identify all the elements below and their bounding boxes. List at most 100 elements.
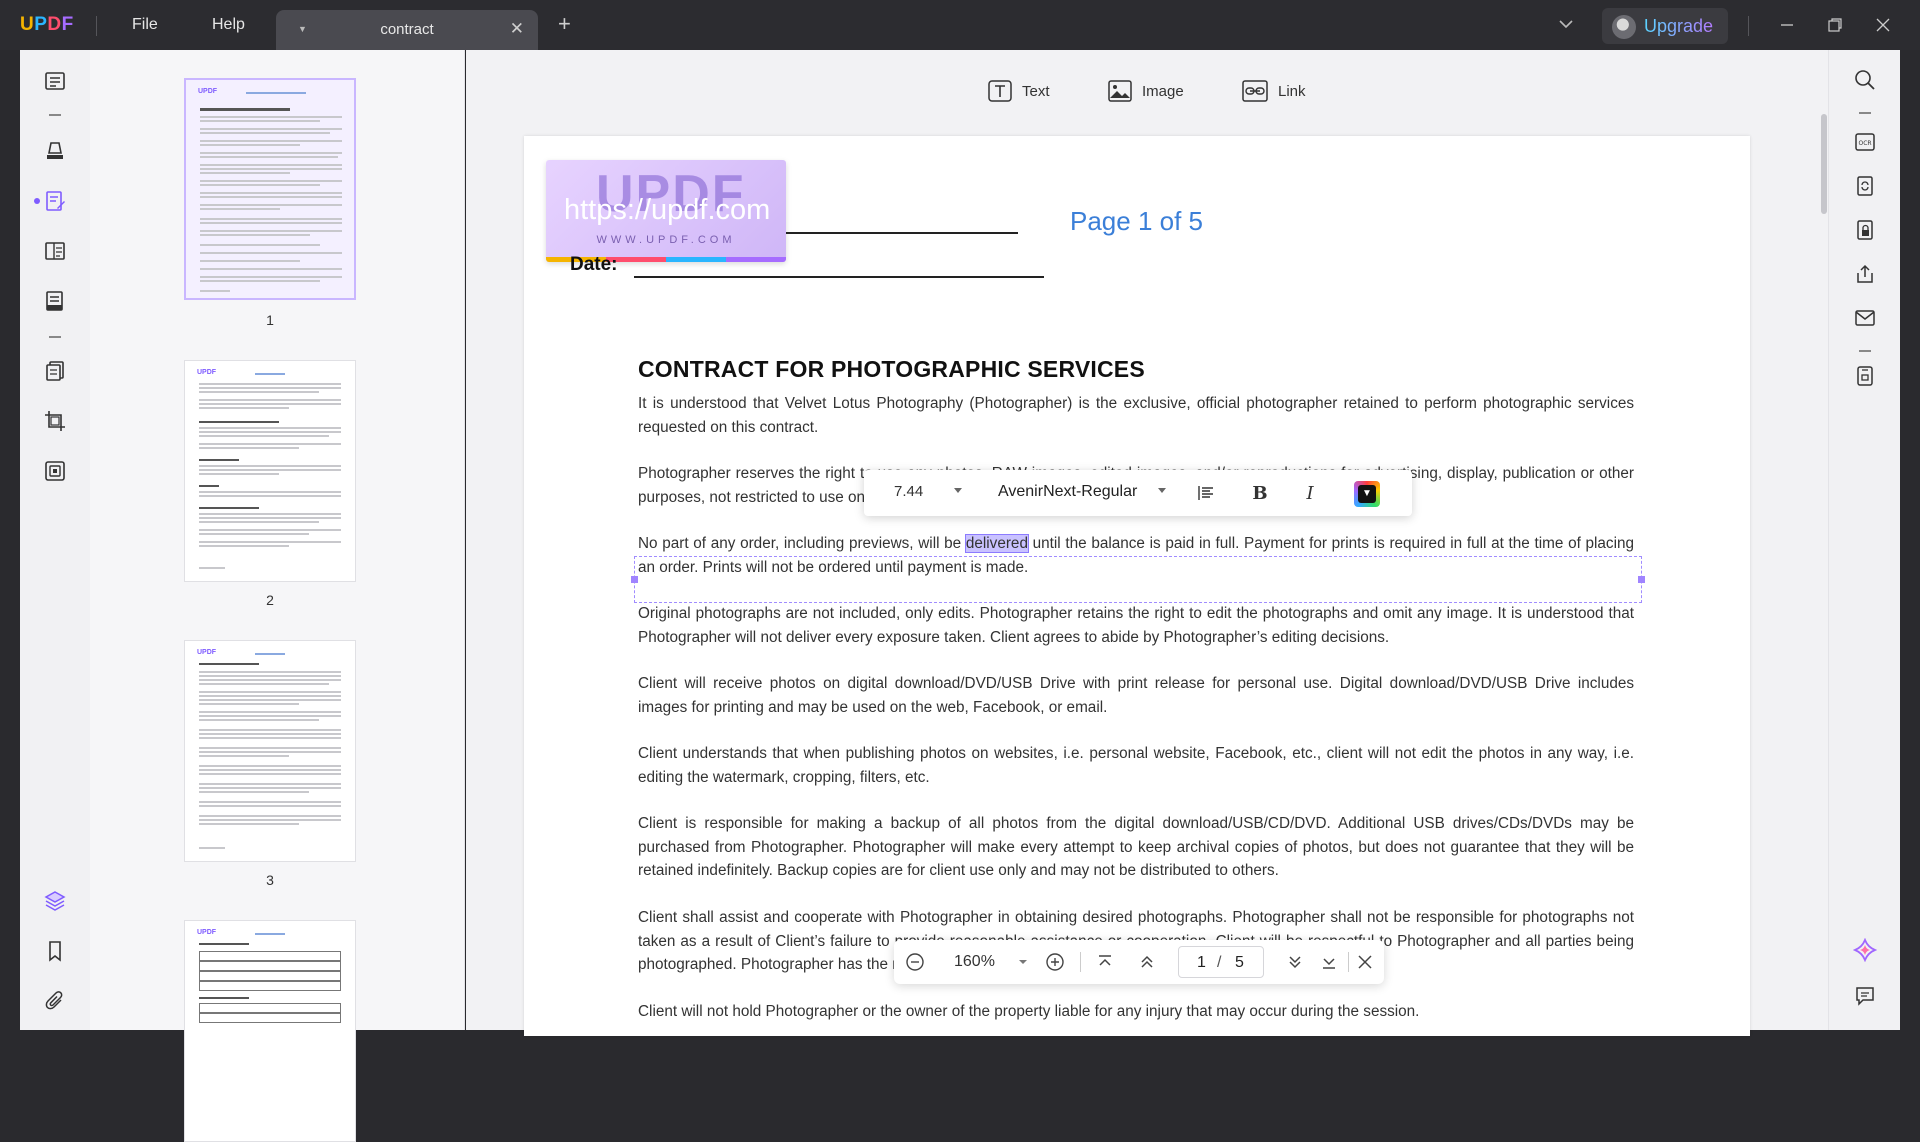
search-icon[interactable] [1851,66,1879,94]
page-thumbnail-3[interactable]: UPDF [184,640,356,862]
crop-pages-icon[interactable] [40,406,70,436]
thumbnail-logo: UPDF [197,929,217,936]
comment-highlighter-icon[interactable] [40,136,70,166]
thumbnail-logo: UPDF [198,88,218,95]
vertical-scrollbar[interactable] [1820,50,1828,1030]
resize-handle-right[interactable] [1638,576,1645,583]
convert-icon[interactable] [1851,172,1879,200]
italic-button[interactable]: I [1298,481,1322,505]
watermark-www: WWW.UPDF.COM [596,234,736,246]
paragraph-7[interactable]: Client is responsible for making a backu… [638,812,1634,883]
next-page-icon[interactable] [1284,951,1306,973]
zoom-out-icon[interactable] [904,951,926,973]
document-title[interactable]: CONTRACT FOR PHOTOGRAPHIC SERVICES [638,356,1145,383]
page-thumbnail-4[interactable]: UPDF [184,920,356,1142]
menu-help[interactable]: Help [212,16,245,34]
right-tool-rail: OCR [1828,50,1900,1030]
page-count-label[interactable]: Page 1 of 5 [1070,206,1203,237]
close-nav-icon[interactable] [1354,951,1376,973]
add-image-tool[interactable]: Image [1108,80,1184,102]
upgrade-button[interactable]: Upgrade [1602,8,1728,44]
header-underline [786,232,1018,234]
form-icon[interactable] [40,236,70,266]
link-icon [1242,80,1268,102]
paragraph-4[interactable]: Original photographs are not included, o… [638,602,1634,649]
highlighted-word[interactable]: delivered [964,534,1029,553]
date-label[interactable]: Date: [570,254,618,276]
minimize-icon[interactable] [1764,10,1810,40]
email-icon[interactable] [1851,304,1879,332]
rail-divider-2 [49,336,61,338]
zoom-dropdown-icon[interactable] [1012,951,1034,973]
thumbnail-logo: UPDF [197,369,217,376]
paragraph-9[interactable]: Client will not hold Photographer or the… [638,1000,1634,1024]
last-page-icon[interactable] [1318,951,1340,973]
menu-file[interactable]: File [132,16,158,34]
share-icon[interactable] [1851,260,1879,288]
page-thumbnail-2[interactable]: UPDF [184,360,356,582]
font-family-dropdown-icon[interactable] [1158,488,1166,493]
reader-mode-icon[interactable] [40,66,70,96]
comments-icon[interactable] [1851,982,1879,1010]
text-color-picker-icon[interactable]: ▼ [1354,481,1380,507]
bookmark-icon[interactable] [40,936,70,966]
paragraph-5[interactable]: Client will receive photos on digital do… [638,672,1634,719]
save-icon[interactable] [1851,362,1879,390]
ocr-icon[interactable]: OCR [1851,128,1879,156]
text-tool-label: Text [1022,82,1050,100]
page-number-input[interactable]: 1 / 5 [1178,946,1264,978]
paragraph-6[interactable]: Client understands that when publishing … [638,742,1634,789]
date-underline [634,276,1044,278]
first-page-icon[interactable] [1094,951,1116,973]
image-icon [1108,80,1132,102]
previous-page-icon[interactable] [1136,951,1158,973]
paragraph-1[interactable]: It is understood that Velvet Lotus Photo… [638,392,1634,439]
page-tools-icon[interactable] [40,456,70,486]
ai-assistant-icon[interactable] [1851,936,1879,964]
title-separator [96,16,97,36]
thumbnail-logo: UPDF [197,649,217,656]
total-pages: 5 [1235,954,1244,971]
thumbnail-number: 2 [266,592,274,608]
nav-divider-2 [1348,952,1349,972]
rail-divider [49,114,61,116]
font-family-value[interactable]: AvenirNext-Regular [998,483,1137,501]
align-left-icon[interactable] [1194,481,1218,505]
attachment-icon[interactable] [40,986,70,1016]
organize-pages-icon[interactable] [40,356,70,386]
bold-button[interactable]: B [1248,481,1272,505]
close-window-icon[interactable] [1860,10,1906,40]
zoom-level[interactable]: 160% [954,953,995,971]
layers-icon[interactable] [40,886,70,916]
thumbnail-number: 3 [266,872,274,888]
watermark-url: https://updf.com [564,194,771,226]
font-size-dropdown-icon[interactable] [954,488,962,493]
upgrade-label: Upgrade [1644,16,1714,36]
tabs-overflow-chevron-icon[interactable] [1556,14,1576,39]
updf-logo: UPDF [20,14,74,35]
resize-handle-left[interactable] [631,576,638,583]
add-link-tool[interactable]: Link [1242,80,1306,102]
zoom-in-icon[interactable] [1044,951,1066,973]
protect-icon[interactable] [1851,216,1879,244]
fill-sign-icon[interactable] [40,286,70,316]
text-format-toolbar: 7.44 AvenirNext-Regular B I ▼ [864,470,1412,516]
edit-pdf-icon[interactable] [40,186,70,216]
scrollbar-thumb[interactable] [1821,114,1827,214]
title-bar: UPDF File Help ▼ contract ✕ + Upgrade [0,0,1920,50]
nav-divider [1080,952,1081,972]
title-separator-2 [1748,16,1749,36]
new-tab-button[interactable]: + [558,13,571,35]
selected-para-prefix: No part of any order, including previews… [638,535,966,552]
page-thumbnails-panel: UPDF 1 UPDF 2 UPDF 3 UPDF [90,50,465,1142]
page-thumbnail-1[interactable]: UPDF [184,78,356,300]
document-tab[interactable]: ▼ contract ✕ [276,10,538,50]
paragraph-3-selected[interactable]: No part of any order, including previews… [638,532,1634,579]
avatar [1612,15,1636,39]
add-text-tool[interactable]: Text [988,80,1050,102]
restore-icon[interactable] [1812,10,1858,40]
updf-watermark-image[interactable]: UPDF https://updf.com WWW.UPDF.COM [546,160,786,262]
font-size-value[interactable]: 7.44 [894,483,923,500]
page-navigation-bar: 160% 1 / 5 [894,940,1384,984]
tab-close-icon[interactable]: ✕ [510,19,524,39]
